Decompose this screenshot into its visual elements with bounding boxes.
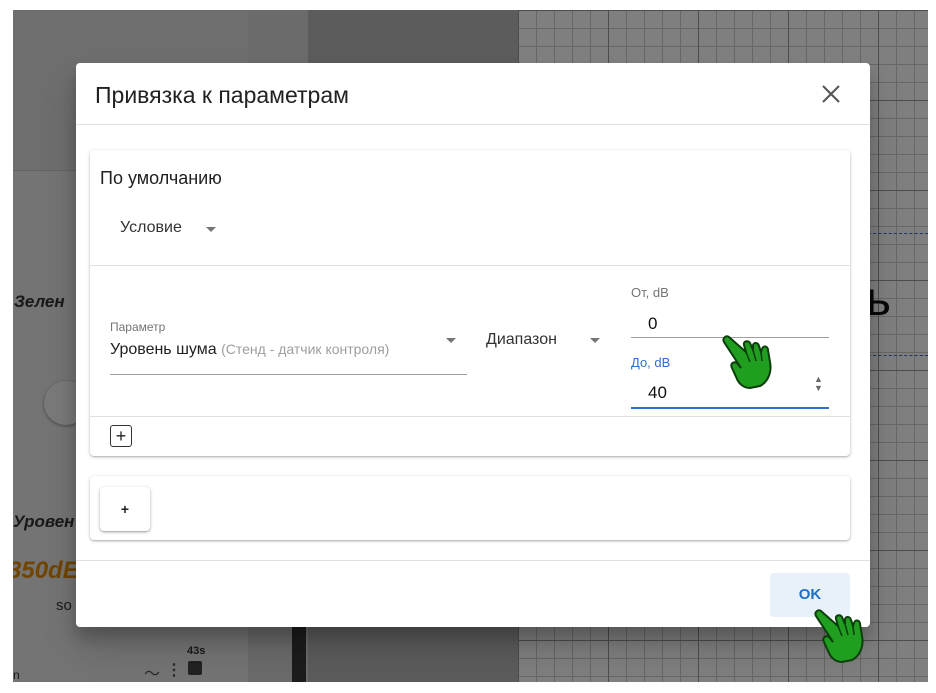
- add-rule-button[interactable]: +: [100, 487, 150, 531]
- parameter-value: Уровень шума: [110, 341, 217, 358]
- parameter-select[interactable]: Уровень шума (Стенд - датчик контроля): [110, 341, 389, 359]
- close-icon: [822, 85, 840, 103]
- hand-pointer-icon: [814, 609, 864, 664]
- number-spinner[interactable]: ▲ ▼: [814, 375, 823, 393]
- parameter-underline: [110, 374, 467, 375]
- range-select[interactable]: Диапазон: [486, 331, 557, 349]
- from-label: От, dB: [631, 285, 669, 300]
- divider: [76, 560, 870, 561]
- close-button[interactable]: [816, 79, 846, 109]
- frame-left: [0, 0, 13, 693]
- caret-down-icon[interactable]: [590, 338, 600, 343]
- condition-select[interactable]: Условие: [120, 219, 182, 237]
- dialog-title: Привязка к параметрам: [95, 82, 349, 108]
- parameter-label: Параметр: [110, 320, 166, 334]
- hand-pointer-icon: [722, 335, 772, 390]
- add-rule-card: +: [90, 476, 850, 540]
- frame-top: [0, 0, 936, 10]
- divider: [76, 124, 870, 125]
- default-rule-card: По умолчанию Условие Параметр Уровень шу…: [90, 150, 850, 456]
- caret-down-icon[interactable]: [446, 338, 456, 343]
- spin-down-icon[interactable]: ▼: [814, 384, 823, 393]
- to-label: До, dB: [631, 355, 671, 370]
- divider: [90, 416, 850, 417]
- divider: [90, 265, 850, 266]
- parameter-source: (Стенд - датчик контроля): [221, 341, 390, 357]
- card-title: По умолчанию: [100, 168, 222, 188]
- add-condition-button[interactable]: +: [110, 425, 132, 447]
- caret-down-icon[interactable]: [206, 227, 216, 232]
- frame-bottom: [0, 682, 936, 693]
- frame-right: [928, 0, 936, 693]
